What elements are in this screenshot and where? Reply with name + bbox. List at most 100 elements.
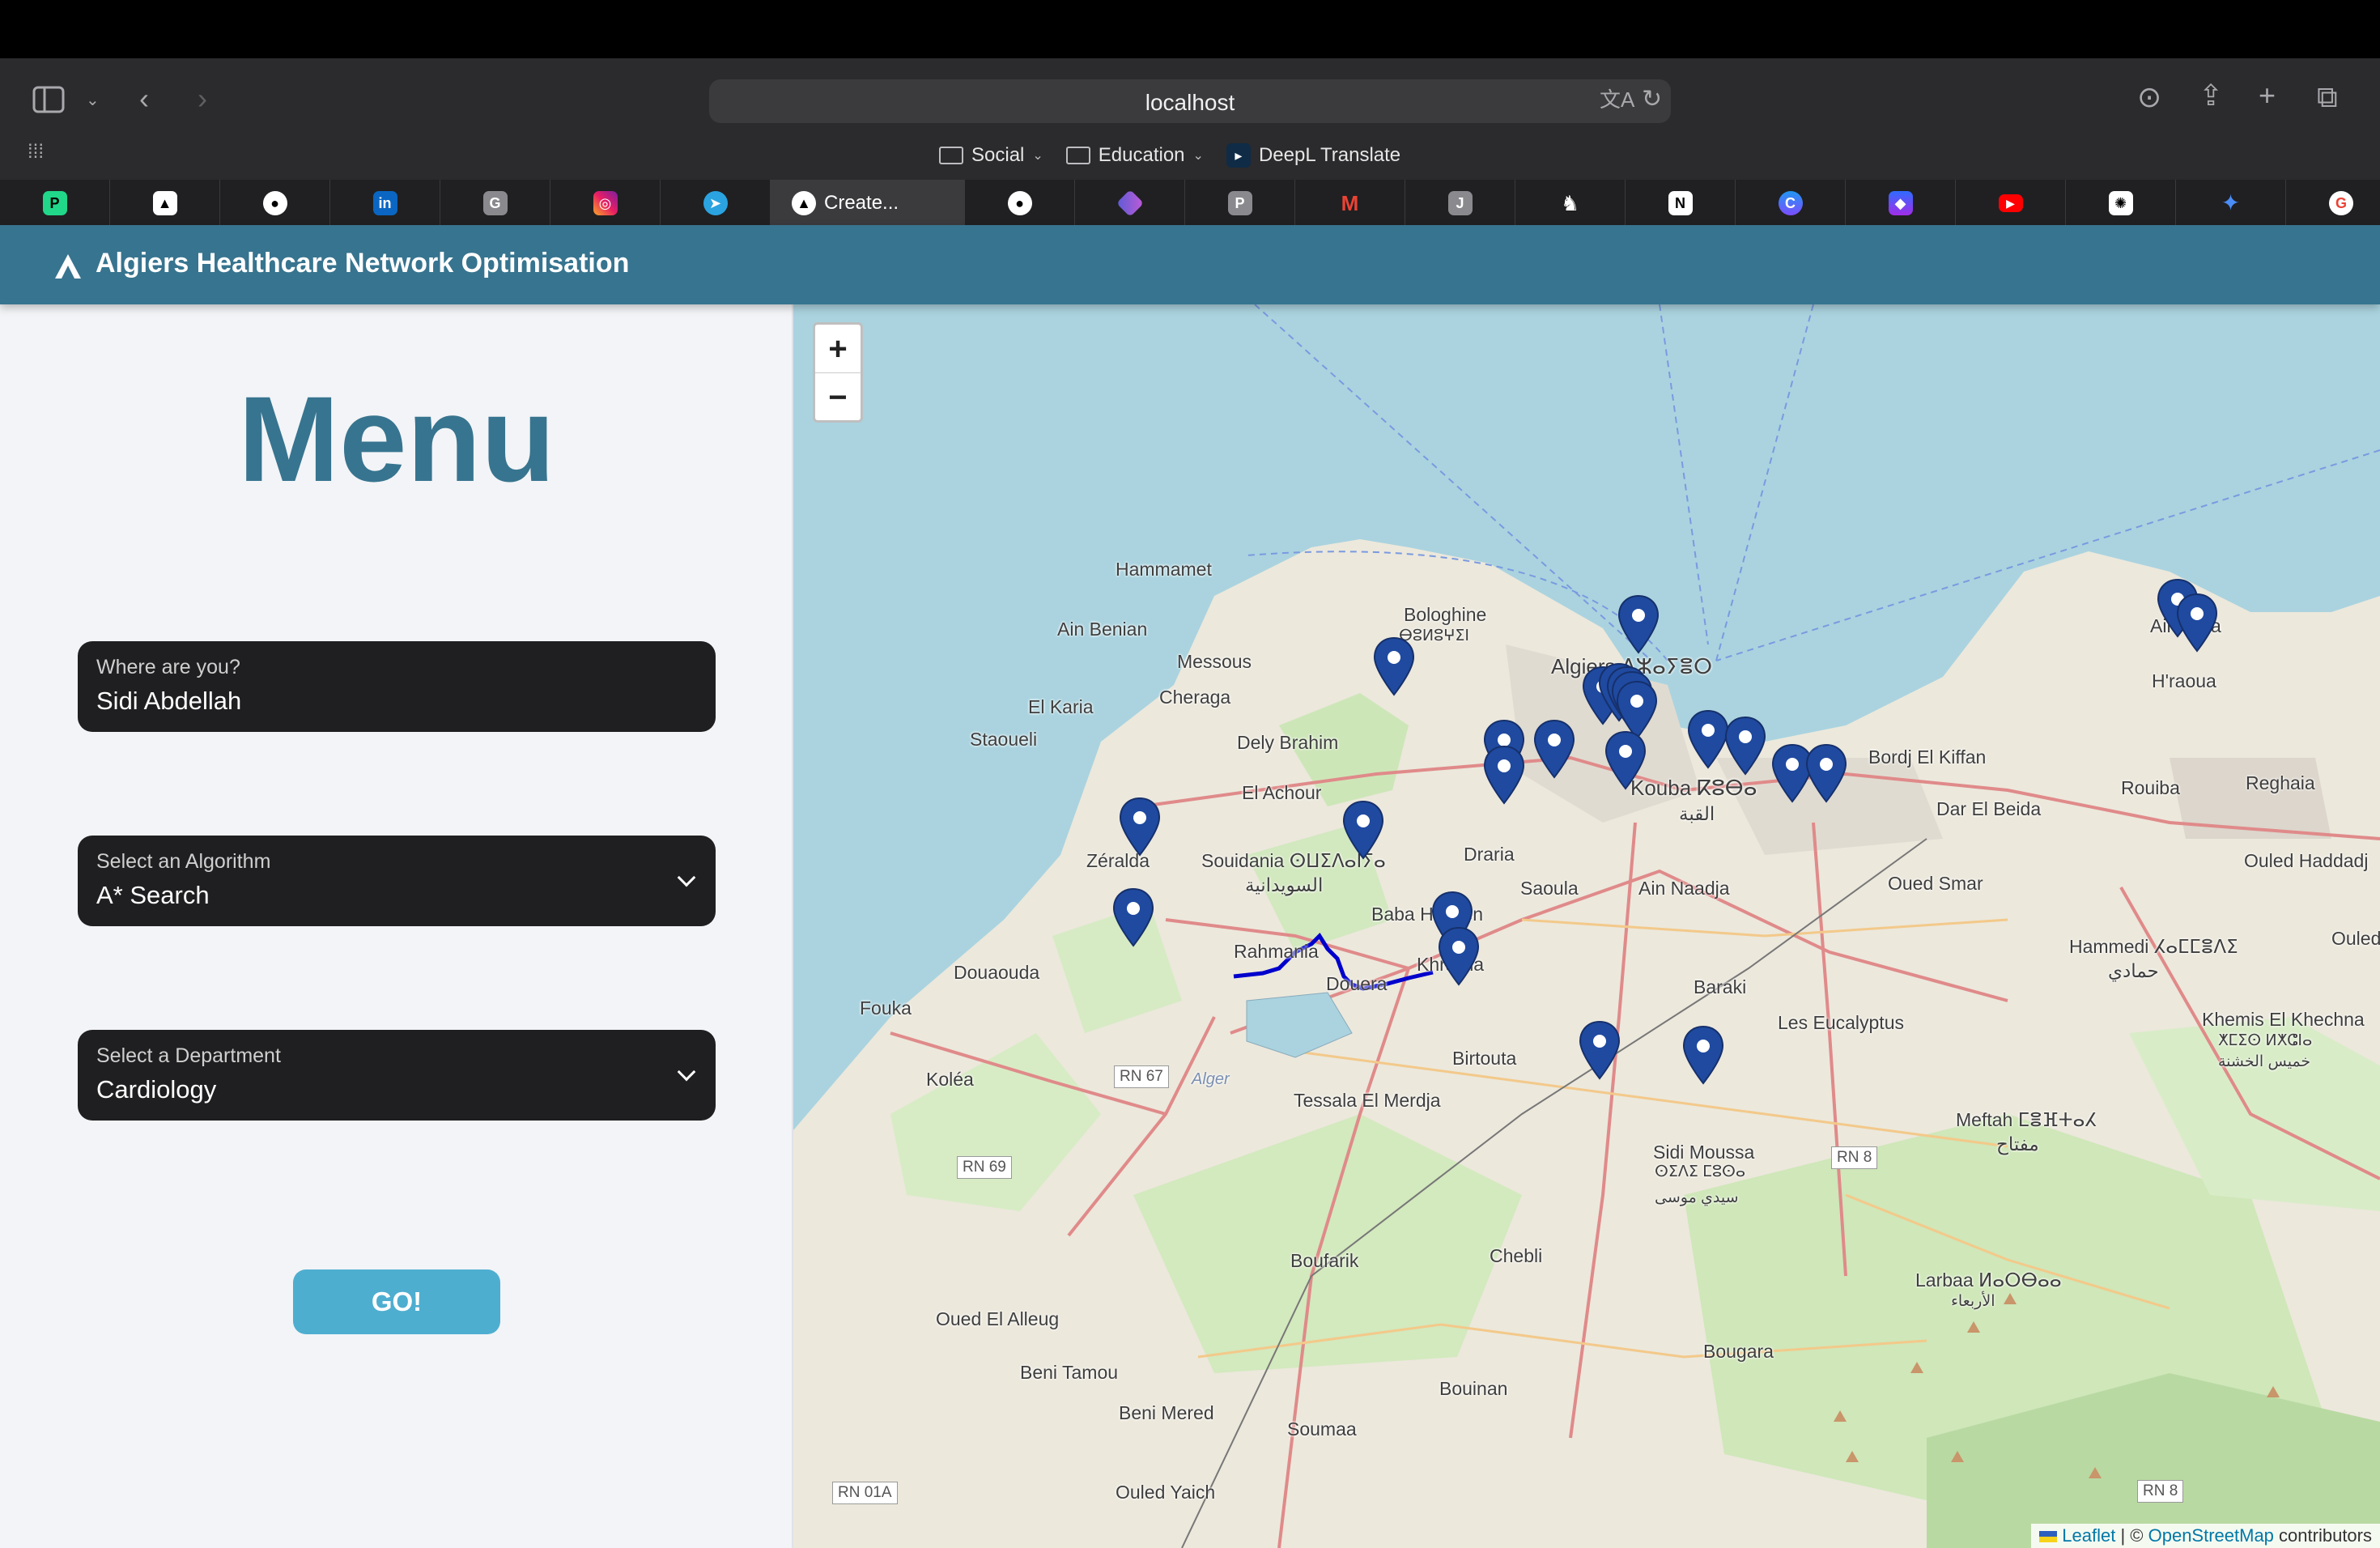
chevron-down-icon: ⌄: [1032, 149, 1043, 163]
tab-c[interactable]: C: [1736, 180, 1846, 225]
hospital-marker[interactable]: [1438, 926, 1480, 986]
tab-instagram[interactable]: ◎: [550, 180, 661, 225]
tab-linear[interactable]: ​: [1075, 180, 1185, 225]
hospital-marker[interactable]: [1342, 800, 1384, 860]
algorithm-select[interactable]: Select an Algorithm A* Search: [78, 836, 716, 926]
hospital-marker[interactable]: [1604, 730, 1647, 790]
algorithm-value: A* Search: [96, 881, 210, 909]
download-icon[interactable]: ⊙: [2137, 83, 2161, 112]
github-icon: ●: [1007, 191, 1032, 215]
hospital-marker[interactable]: [1112, 887, 1154, 947]
bookmark-folder-social[interactable]: Social ⌄: [939, 144, 1043, 167]
tab-pycharm[interactable]: P: [0, 180, 110, 225]
hospital-marker[interactable]: [1682, 1025, 1724, 1085]
tab-g[interactable]: G: [440, 180, 550, 225]
folder-icon: [939, 147, 963, 164]
attribution-separator: | ©: [2120, 1525, 2144, 1546]
zoom-out-button[interactable]: −: [815, 373, 861, 422]
hospital-marker[interactable]: [1724, 716, 1766, 776]
instagram-icon: ◎: [593, 191, 618, 215]
tab-horse[interactable]: ♞: [1515, 180, 1626, 225]
hospital-marker[interactable]: [1687, 709, 1729, 769]
hospital-marker[interactable]: [1119, 797, 1161, 857]
chevron-down-icon: [677, 868, 696, 887]
url-text[interactable]: localhost: [709, 90, 1671, 116]
notion-icon: N: [1668, 191, 1693, 215]
shield-icon: ◆: [1888, 191, 1913, 215]
system-menu-bar: [0, 0, 2380, 58]
go-button[interactable]: GO!: [293, 1269, 500, 1334]
tab-github[interactable]: ●: [220, 180, 330, 225]
apps-grid-icon[interactable]: ⁞⁞⁞: [28, 142, 44, 162]
tab-gmail[interactable]: M: [1295, 180, 1405, 225]
map-view[interactable]: Hammamet Ain Benian Bologhine ⴱⵓⵍⵓⵖⵉⵏ Me…: [793, 304, 2380, 1548]
department-select[interactable]: Select a Department Cardiology: [78, 1030, 716, 1121]
g-icon: G: [482, 191, 508, 215]
hospital-marker[interactable]: [1373, 636, 1415, 696]
share-icon[interactable]: ⇪: [2199, 81, 2223, 110]
j-icon: J: [1447, 191, 1473, 215]
vercel-icon: ▲: [792, 191, 816, 215]
leaflet-link[interactable]: Leaflet: [2062, 1525, 2115, 1546]
tab-p[interactable]: P: [1185, 180, 1295, 225]
tab-active[interactable]: ▲ Create...: [771, 180, 965, 225]
address-bar[interactable]: localhost 文A ↻: [709, 79, 1671, 123]
tab-strip: P ▲ ● in G ◎ ➤ ▲ Create... ● ​ P M J ♞ N…: [0, 180, 2380, 225]
location-value[interactable]: Sidi Abdellah: [96, 687, 241, 716]
bookmark-label: Social: [971, 144, 1025, 166]
marker-layer: [1112, 578, 2218, 1085]
linkedin-icon: in: [372, 191, 397, 215]
location-label: Where are you?: [96, 656, 240, 678]
folder-icon: [1065, 147, 1090, 164]
hospital-marker[interactable]: [1616, 680, 1658, 740]
tab-gemini[interactable]: ✦: [2176, 180, 2286, 225]
tab-chatgpt[interactable]: ✺: [2066, 180, 2176, 225]
bookmark-deepl[interactable]: ▸ DeepL Translate: [1226, 143, 1400, 168]
tab-linkedin[interactable]: in: [330, 180, 440, 225]
telegram-icon: ➤: [703, 191, 728, 215]
department-value: Cardiology: [96, 1075, 217, 1104]
sidebar-toggle-icon[interactable]: [32, 86, 65, 118]
tab-vercel[interactable]: ▲: [110, 180, 220, 225]
hospital-marker[interactable]: [1579, 1020, 1621, 1080]
reload-icon[interactable]: ↻: [1642, 87, 1662, 112]
back-icon[interactable]: ‹: [139, 84, 149, 113]
tab-shield[interactable]: ◆: [1846, 180, 1956, 225]
osm-link[interactable]: OpenStreetMap: [2148, 1525, 2274, 1546]
tab-overview-icon[interactable]: ⧉: [2317, 83, 2338, 112]
hospital-marker[interactable]: [1533, 719, 1575, 779]
p-icon: P: [1227, 191, 1252, 215]
bookmark-label: Education: [1098, 144, 1185, 166]
tab-youtube[interactable]: ▶: [1956, 180, 2066, 225]
hospital-marker[interactable]: [2176, 593, 2218, 653]
chevron-down-icon: ⌄: [1192, 149, 1204, 163]
tab-j[interactable]: J: [1405, 180, 1515, 225]
diamond-icon: ​: [1116, 189, 1144, 217]
hospital-marker[interactable]: [1771, 743, 1813, 803]
tab-notion[interactable]: N: [1626, 180, 1736, 225]
gmail-icon: M: [1341, 191, 1359, 215]
zoom-in-button[interactable]: +: [815, 325, 861, 373]
tab-github-2[interactable]: ●: [965, 180, 1075, 225]
tab-telegram[interactable]: ➤: [661, 180, 771, 225]
bookmark-folder-education[interactable]: Education ⌄: [1065, 144, 1204, 167]
hospital-marker[interactable]: [1617, 594, 1660, 654]
tab-google[interactable]: G: [2286, 180, 2380, 225]
bookmarks-bar: Social ⌄ Education ⌄ ▸ DeepL Translate: [939, 139, 1400, 172]
new-tab-icon[interactable]: +: [2259, 81, 2276, 110]
forward-icon[interactable]: ›: [198, 84, 207, 113]
gemini-icon: ✦: [2221, 190, 2241, 215]
vercel-icon: ▲: [152, 191, 177, 215]
sidebar-menu: Menu Where are you? Sidi Abdellah Select…: [0, 304, 793, 1548]
translate-icon[interactable]: 文A: [1600, 89, 1634, 110]
chevron-down-icon[interactable]: ⌄: [86, 92, 100, 108]
hospital-marker[interactable]: [1483, 745, 1525, 805]
algorithm-label: Select an Algorithm: [96, 850, 271, 873]
location-input[interactable]: Where are you? Sidi Abdellah: [78, 641, 716, 732]
c-icon: C: [1778, 191, 1803, 215]
menu-title: Menu: [238, 371, 555, 507]
pycharm-icon: P: [42, 191, 67, 215]
ukraine-flag-icon: [2039, 1531, 2058, 1543]
department-label: Select a Department: [96, 1044, 281, 1067]
hospital-marker[interactable]: [1805, 743, 1847, 803]
